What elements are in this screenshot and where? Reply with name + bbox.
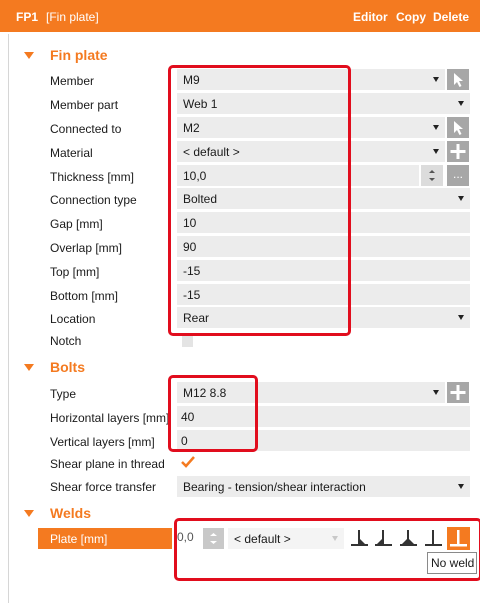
notch-label: Notch [50, 334, 82, 348]
add-material-button[interactable] [447, 141, 469, 162]
add-bolt-button[interactable] [447, 382, 469, 403]
plate-weld-label[interactable]: Plate [mm] [38, 528, 172, 549]
thickness-stepper[interactable] [421, 165, 443, 186]
shear-plane-label: Shear plane in thread [50, 457, 165, 471]
editor-button[interactable]: Editor [353, 10, 388, 24]
chevron-down-icon [433, 149, 439, 154]
header-bar: FP1 [Fin plate] Editor Copy Delete [0, 0, 480, 32]
shear-force-transfer-dropdown[interactable]: Bearing - tension/shear interaction [177, 476, 470, 497]
weld-tooltip: No weld [427, 552, 477, 574]
chevron-down-icon [433, 390, 439, 395]
shear-force-transfer-label: Shear force transfer [50, 480, 157, 494]
overlap-label: Overlap [mm] [50, 241, 123, 255]
plate-weld-label-text: Plate [mm] [50, 532, 108, 546]
stepper-arrows-icon [429, 170, 435, 181]
chevron-down-icon [458, 315, 464, 320]
section-title: Fin plate [50, 47, 108, 63]
collapse-triangle-icon[interactable] [24, 52, 34, 59]
section-fin-plate[interactable]: Fin plate [0, 45, 480, 67]
cursor-arrow-icon [454, 73, 463, 87]
delete-button[interactable]: Delete [433, 10, 469, 24]
checkmark-icon [181, 456, 195, 468]
collapse-triangle-icon[interactable] [24, 510, 34, 517]
chevron-down-icon [433, 125, 439, 130]
plus-icon [450, 144, 466, 159]
ellipsis-icon: ... [453, 167, 464, 181]
shear-force-transfer-value: Bearing - tension/shear interaction [183, 480, 366, 494]
object-name: [Fin plate] [46, 10, 99, 24]
highlight-box [168, 65, 351, 336]
location-label: Location [50, 312, 96, 326]
bottom-label: Bottom [mm] [50, 289, 119, 303]
connected-to-label: Connected to [50, 122, 122, 136]
collapse-triangle-icon[interactable] [24, 364, 34, 371]
material-label: Material [50, 146, 93, 160]
highlight-box [168, 375, 258, 452]
chevron-down-icon [458, 196, 464, 201]
chevron-down-icon [458, 101, 464, 106]
bolt-type-label: Type [50, 387, 77, 401]
vertical-layers-label: Vertical layers [mm] [50, 435, 155, 449]
member-part-label: Member part [50, 98, 119, 112]
tooltip-text: No weld [431, 556, 475, 570]
cursor-arrow-icon [454, 121, 463, 135]
member-label: Member [50, 74, 95, 88]
plus-icon [450, 385, 466, 400]
thickness-more-button[interactable]: ... [447, 165, 469, 186]
object-id: FP1 [16, 10, 39, 24]
pick-member-button[interactable] [447, 69, 469, 90]
top-label: Top [mm] [50, 265, 100, 279]
connection-type-label: Connection type [50, 193, 137, 207]
shear-plane-checkbox[interactable] [180, 455, 196, 469]
chevron-down-icon [458, 484, 464, 489]
section-title: Welds [50, 505, 91, 521]
gap-label: Gap [mm] [50, 217, 103, 231]
copy-button[interactable]: Copy [396, 10, 426, 24]
notch-checkbox[interactable] [182, 336, 193, 347]
horizontal-layers-label: Horizontal layers [mm] [50, 411, 170, 425]
thickness-label: Thickness [mm] [50, 170, 135, 184]
chevron-down-icon [433, 77, 439, 82]
section-title: Bolts [50, 359, 85, 375]
pick-connected-button[interactable] [447, 117, 469, 138]
